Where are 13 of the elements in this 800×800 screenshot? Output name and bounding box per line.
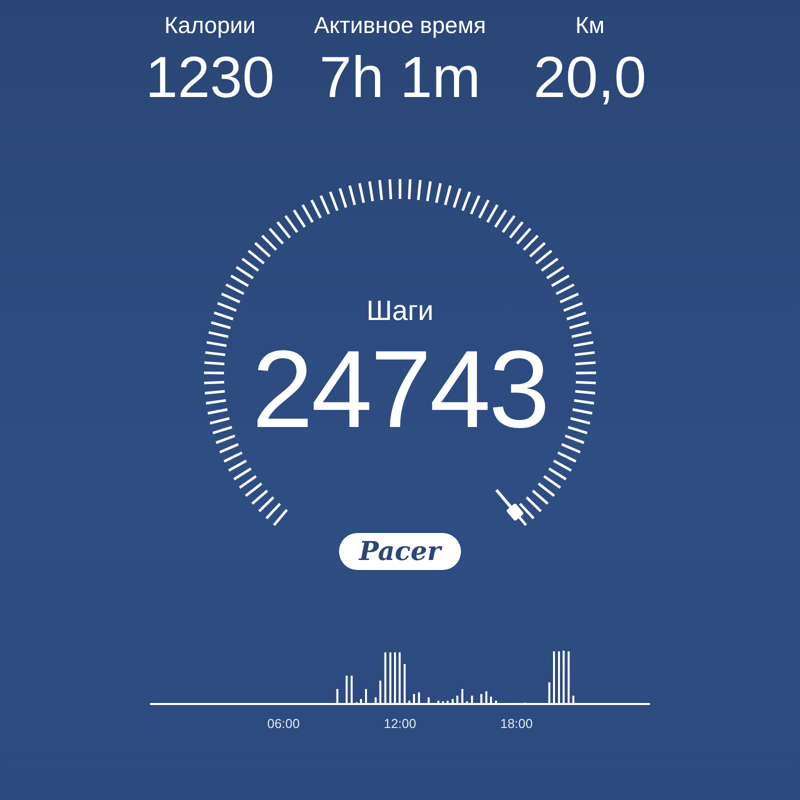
stat-label: Калории (164, 11, 256, 40)
time-axis-label: 18:00 (500, 715, 533, 733)
stat-value: 20,0 (534, 46, 646, 110)
stat-label: Км (575, 11, 605, 40)
gauge-thumb (495, 488, 524, 522)
stat-value: 1230 (145, 46, 275, 110)
steps-count: 24743 (252, 335, 548, 445)
time-axis-label: 12:00 (384, 715, 416, 733)
stat-label: Активное время (314, 11, 486, 40)
steps-label: Шаги (366, 295, 434, 327)
stat-value: 7h 1m (319, 46, 481, 110)
time-axis-label: 06:00 (267, 715, 300, 733)
pacer-logo-badge: Pacer (339, 533, 461, 570)
